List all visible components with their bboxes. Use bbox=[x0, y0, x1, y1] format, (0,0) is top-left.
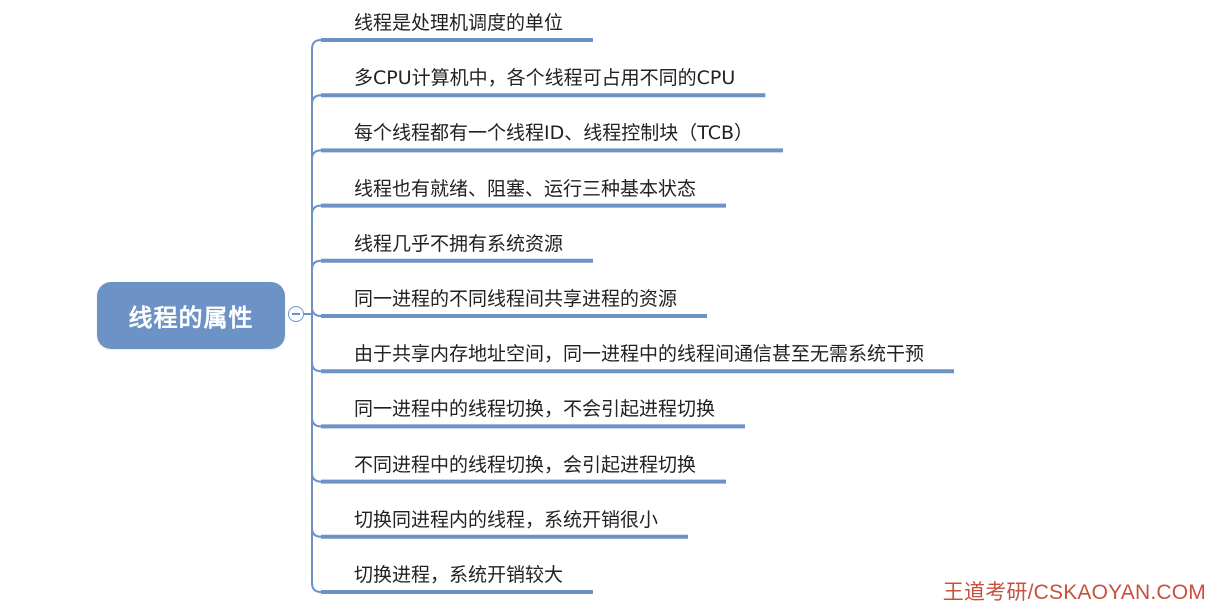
branch-topic[interactable]: 由于共享内存地址空间，同一进程中的线程间通信甚至无需系统干预 bbox=[354, 340, 924, 368]
branch-topic[interactable]: 线程几乎不拥有系统资源 bbox=[354, 230, 563, 258]
root-topic[interactable]: 线程的属性 bbox=[97, 282, 285, 349]
minus-icon bbox=[292, 313, 300, 315]
branch-topic[interactable]: 每个线程都有一个线程ID、线程控制块（TCB） bbox=[354, 119, 753, 147]
branch-topic[interactable]: 不同进程中的线程切换，会引起进程切换 bbox=[354, 451, 696, 479]
branch-topic[interactable]: 线程也有就绪、阻塞、运行三种基本状态 bbox=[354, 175, 696, 203]
branch-topic[interactable]: 同一进程中的线程切换，不会引起进程切换 bbox=[354, 395, 715, 423]
branch-topic[interactable]: 多CPU计算机中，各个线程可占用不同的CPU bbox=[354, 64, 735, 92]
branch-topic[interactable]: 同一进程的不同线程间共享进程的资源 bbox=[354, 285, 677, 313]
mind-map-canvas: 线程的属性 线程是处理机调度的单位 多CPU计算机中，各个线程可占用不同的CPU… bbox=[0, 0, 1212, 608]
collapse-toggle-button[interactable] bbox=[288, 306, 304, 322]
branch-topic[interactable]: 切换进程，系统开销较大 bbox=[354, 561, 563, 589]
branch-topic[interactable]: 切换同进程内的线程，系统开销很小 bbox=[354, 506, 658, 534]
watermark: 王道考研/CSKAOYAN.COM bbox=[942, 581, 1206, 604]
branch-topic[interactable]: 线程是处理机调度的单位 bbox=[354, 9, 563, 37]
